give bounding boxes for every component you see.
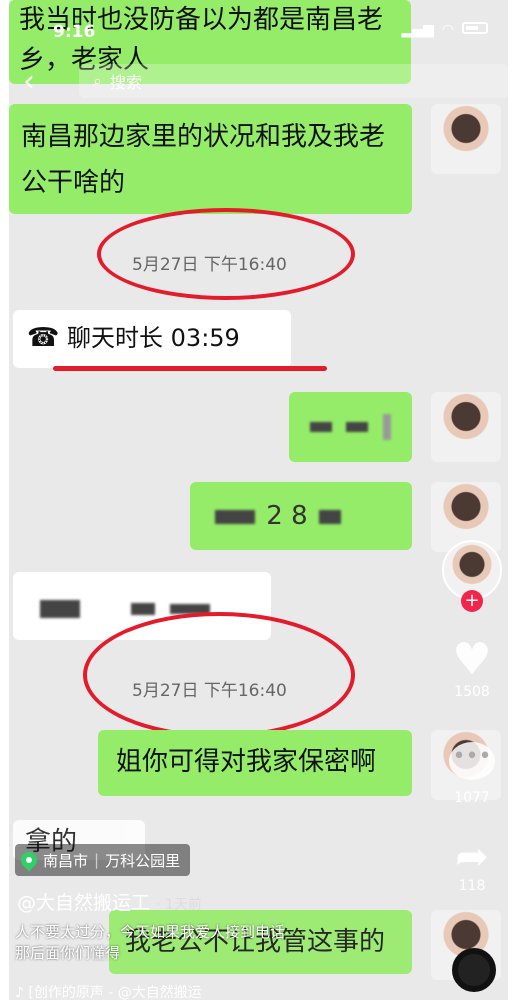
avatar[interactable] (431, 104, 501, 174)
blurred-message-bubble: 2 8 (190, 482, 412, 550)
post-date: · 1天前 (156, 897, 202, 913)
like-button[interactable]: ♥ 1508 (442, 634, 502, 701)
comment-count: 1077 (454, 790, 490, 806)
video-description: 人不要太过分，今天如果我爱人接到电话 那后面你们懂得 (15, 923, 286, 962)
avatar[interactable] (431, 392, 501, 462)
location-place: 万科公园里 (105, 851, 181, 870)
phone-hangup-icon: ☎ (27, 323, 60, 353)
video-frame: 我当时也没防备以为都是南昌老乡，老家人 9:16 ▂▄▆ ◠ ‹ ⌕ 搜索 南昌… (0, 0, 517, 1000)
call-record-bubble[interactable]: ☎ 聊天时长 03:59 (13, 310, 291, 368)
share-icon: ➦ (455, 834, 489, 880)
music-credit[interactable]: ♪ [创作的原声 - @大自然搬运 (15, 982, 202, 1000)
search-icon: ⌕ (93, 71, 102, 90)
back-button[interactable]: ‹ (23, 67, 35, 97)
share-button[interactable]: ➦ 118 (442, 836, 502, 894)
status-time: 9:16 (53, 22, 96, 42)
wifi-icon: ◠ (441, 22, 454, 38)
location-city: 南昌市 (43, 851, 89, 870)
creator-avatar[interactable]: + (442, 540, 502, 612)
comment-icon: ••• (449, 742, 495, 780)
search-placeholder: 搜索 (109, 73, 142, 92)
music-disc-icon[interactable] (452, 948, 496, 992)
timestamp: 5月27日 下午16:40 (132, 681, 287, 701)
blurred-message-bubble (289, 392, 412, 462)
heart-icon: ♥ (452, 634, 492, 685)
like-count: 1508 (454, 684, 490, 700)
red-underline-annotation (53, 366, 327, 371)
location-pin-icon (17, 848, 41, 872)
signal-icon: ▂▄▆ (401, 22, 434, 38)
follow-button[interactable]: + (461, 590, 483, 612)
red-circle-annotation (83, 612, 355, 738)
message-bubble: 姐你可得对我家保密啊 (98, 730, 412, 796)
timestamp: 5月27日 下午16:40 (132, 255, 287, 275)
share-count: 118 (458, 878, 486, 894)
comment-button[interactable]: ••• 1077 (442, 742, 502, 806)
call-duration: 聊天时长 03:59 (67, 324, 240, 352)
message-bubble: 南昌那边家里的状况和我及我老公干啥的 (9, 104, 412, 214)
search-bar[interactable]: ⌕ 搜索 (79, 64, 508, 98)
author-name[interactable]: @大自然搬运工 · 1天前 (17, 888, 202, 915)
battery-icon (462, 22, 488, 34)
status-bar: 9:16 ▂▄▆ ◠ (9, 0, 508, 44)
system-icons: ▂▄▆ ◠ (401, 22, 488, 38)
location-tag[interactable]: 南昌市 | 万科公园里 (15, 844, 191, 876)
chat-screenshot: 我当时也没防备以为都是南昌老乡，老家人 9:16 ▂▄▆ ◠ ‹ ⌕ 搜索 南昌… (9, 0, 508, 1000)
